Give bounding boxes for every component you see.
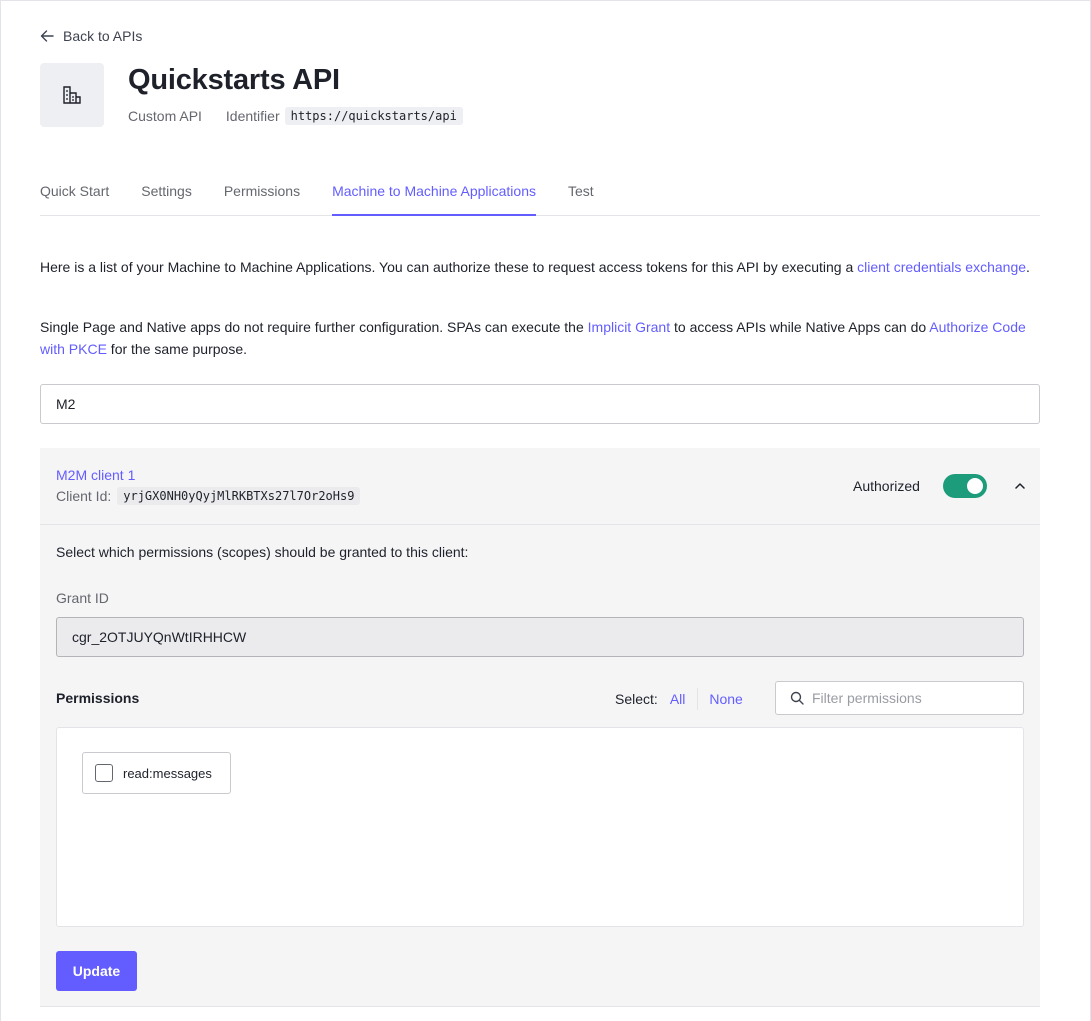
authorized-toggle[interactable] [943, 474, 987, 498]
select-all-link[interactable]: All [670, 691, 686, 707]
back-to-apis-link[interactable]: Back to APIs [40, 27, 142, 45]
toggle-knob [967, 478, 983, 494]
tab-bar: Quick Start Settings Permissions Machine… [40, 180, 1040, 216]
select-controls: Select: All None [615, 688, 743, 710]
api-meta: Custom API Identifier https://quickstart… [128, 106, 463, 126]
intro-text-end: . [1026, 259, 1030, 275]
building-icon [63, 86, 81, 104]
client-id-row: Client Id: yrjGX0NH0yQyjMlRKBTXs27l7Or2o… [56, 487, 361, 505]
api-avatar [40, 63, 104, 127]
select-divider [697, 688, 699, 710]
filter-permissions-input[interactable] [812, 690, 1022, 706]
spa-text-mid: to access APIs while Native Apps can do [670, 319, 930, 335]
spa-text-end: for the same purpose. [106, 341, 247, 357]
permissions-heading: Permissions [56, 690, 140, 706]
spa-text: Single Page and Native apps do not requi… [40, 319, 588, 335]
api-type: Custom API [128, 108, 202, 124]
chevron-up-icon[interactable] [1012, 478, 1028, 494]
tab-settings[interactable]: Settings [141, 180, 192, 216]
tab-test[interactable]: Test [568, 180, 594, 216]
intro-text: Here is a list of your Machine to Machin… [40, 259, 858, 275]
arrow-left-icon [40, 30, 54, 42]
permission-label[interactable]: read:messages [123, 766, 212, 781]
application-search-input[interactable] [40, 384, 1040, 424]
search-icon [790, 691, 804, 705]
select-none-link[interactable]: None [709, 691, 742, 707]
client-id-value: yrjGX0NH0yQyjMlRKBTXs27l7Or2oHs9 [117, 487, 361, 505]
tab-quick-start[interactable]: Quick Start [40, 180, 109, 216]
page-title: Quickstarts API [128, 64, 340, 96]
spa-native-paragraph: Single Page and Native apps do not requi… [40, 316, 1040, 360]
tab-permissions[interactable]: Permissions [224, 180, 300, 216]
m2m-client-panel: M2M client 1 Client Id: yrjGX0NH0yQyjMlR… [40, 448, 1040, 1007]
select-label: Select: [615, 691, 658, 707]
api-identifier: https://quickstarts/api [284, 107, 463, 125]
authorized-label: Authorized [853, 478, 920, 494]
implicit-grant-link[interactable]: Implicit Grant [588, 319, 670, 335]
permission-checkbox[interactable] [95, 764, 113, 782]
client-id-label: Client Id: [56, 488, 112, 504]
update-button[interactable]: Update [56, 951, 137, 991]
identifier-label: Identifier [225, 108, 280, 124]
permissions-list: read:messages [56, 727, 1024, 927]
filter-permissions-box[interactable] [775, 681, 1024, 715]
tab-machine-to-machine-applications[interactable]: Machine to Machine Applications [332, 180, 536, 216]
grant-id-label: Grant ID [56, 590, 109, 606]
client-name-link[interactable]: M2M client 1 [56, 467, 135, 483]
intro-paragraph: Here is a list of your Machine to Machin… [40, 256, 1040, 278]
grant-id-field: cgr_2OTJUYQnWtIRHHCW [56, 617, 1024, 657]
permission-read-messages[interactable]: read:messages [82, 752, 231, 794]
grant-id-value: cgr_2OTJUYQnWtIRHHCW [72, 629, 247, 645]
client-header: M2M client 1 Client Id: yrjGX0NH0yQyjMlR… [40, 448, 1040, 525]
client-credentials-link[interactable]: client credentials exchange [857, 259, 1026, 275]
scope-instructions: Select which permissions (scopes) should… [56, 544, 469, 560]
back-link-label[interactable]: Back to APIs [63, 28, 142, 44]
